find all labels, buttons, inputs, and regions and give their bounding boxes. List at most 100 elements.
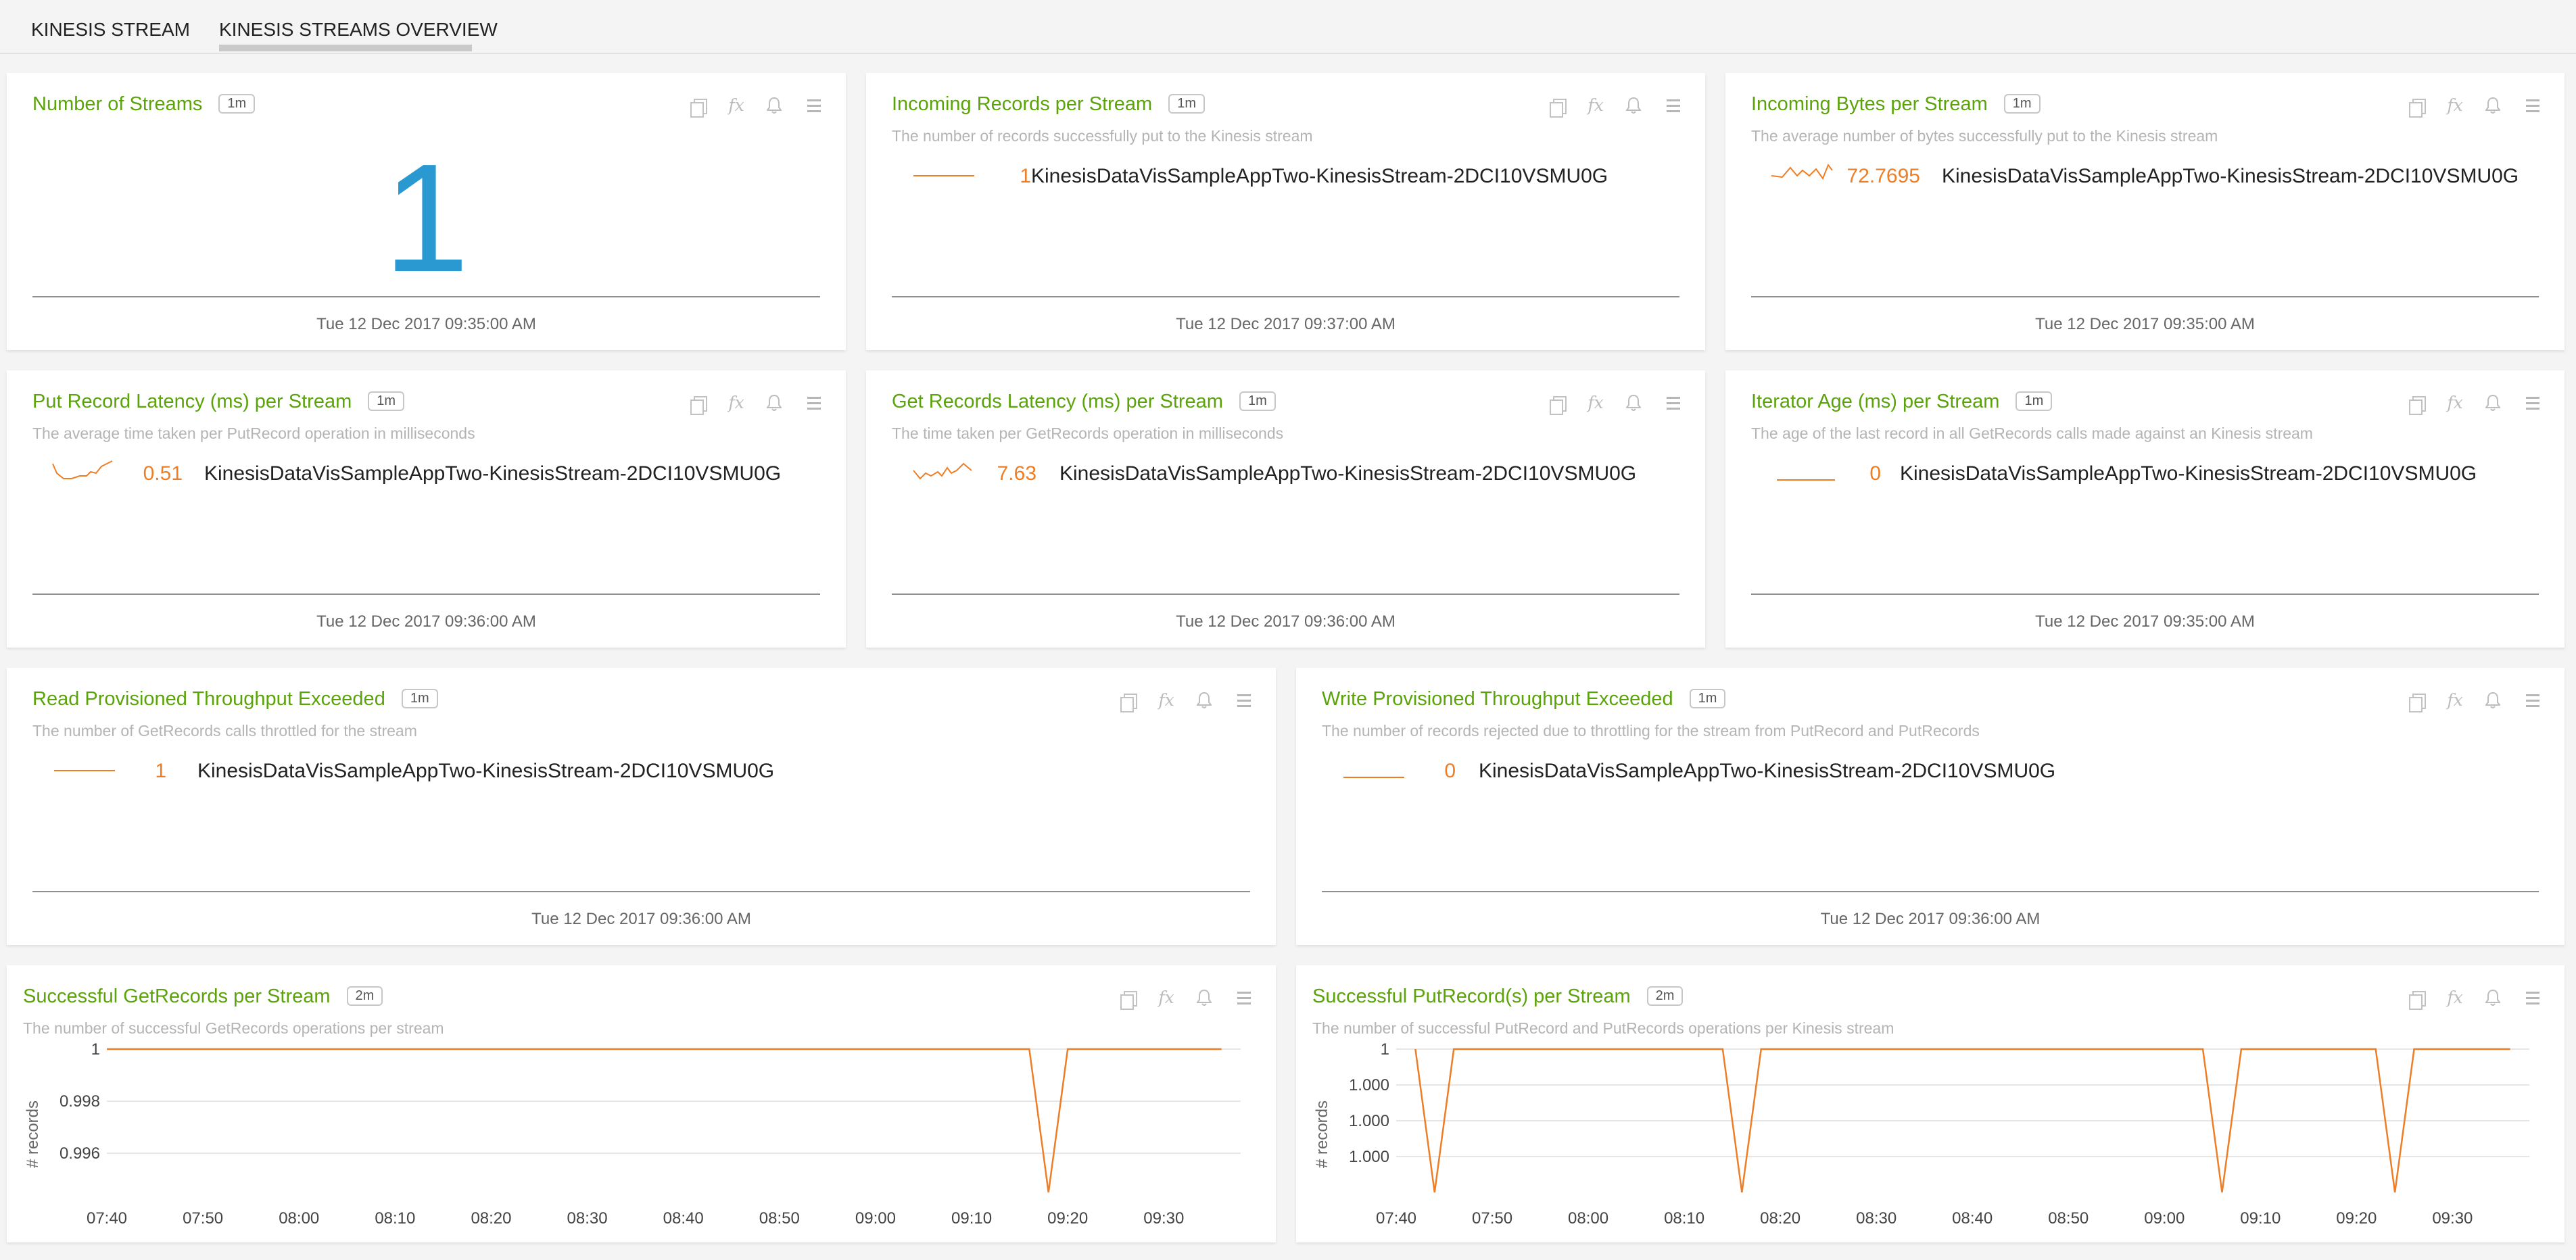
copy-icon[interactable]: [1546, 391, 1570, 415]
legend-value: 0: [1444, 760, 1456, 782]
interval-badge[interactable]: 1m: [2003, 94, 2041, 114]
panel-divider: [1751, 296, 2539, 297]
bell-icon[interactable]: [762, 93, 786, 118]
fx-icon[interactable]: fx: [724, 93, 748, 118]
legend-value: 72.7695: [1846, 165, 1920, 187]
x-tick-label: 07:40: [87, 1209, 127, 1228]
series-line: [107, 1048, 1222, 1193]
y-axis-label: # records: [24, 1100, 42, 1168]
menu-icon[interactable]: [1661, 391, 1685, 415]
panel-divider: [32, 891, 1250, 892]
menu-icon[interactable]: [801, 391, 826, 415]
interval-badge[interactable]: 1m: [1168, 94, 1206, 114]
copy-icon[interactable]: [1546, 93, 1570, 118]
panel-description: The number of records rejected due to th…: [1322, 722, 1980, 740]
x-tick-label: 08:00: [1568, 1209, 1608, 1228]
fx-icon[interactable]: fx: [1583, 93, 1608, 118]
menu-icon[interactable]: [2520, 391, 2544, 415]
menu-icon[interactable]: [2520, 688, 2544, 712]
panel-title-text: Put Record Latency (ms) per Stream: [32, 391, 352, 412]
y-tick-label: 1.000: [1349, 1148, 1389, 1166]
y-tick-label: 0.996: [59, 1144, 100, 1163]
sparkline: [1777, 479, 1835, 481]
legend-stream-name: KinesisDataVisSampleAppTwo-KinesisStream…: [1031, 165, 1608, 187]
copy-icon[interactable]: [1116, 688, 1141, 712]
panel-toolbar: fx: [1116, 688, 1261, 712]
y-tick-label: 1.000: [1349, 1112, 1389, 1130]
x-tick-label: 08:10: [375, 1209, 415, 1228]
menu-icon[interactable]: [2520, 93, 2544, 118]
legend-stream-name: KinesisDataVisSampleAppTwo-KinesisStream…: [204, 462, 782, 485]
fx-icon[interactable]: fx: [2443, 688, 2467, 712]
panel-description: The number of records successfully put t…: [892, 127, 1313, 145]
menu-icon[interactable]: [1661, 93, 1685, 118]
tab-kinesis-streams-overview[interactable]: KINESIS STREAMS OVERVIEW: [219, 19, 498, 41]
fx-icon[interactable]: fx: [2443, 391, 2467, 415]
copy-icon[interactable]: [2405, 688, 2429, 712]
interval-badge[interactable]: 1m: [1689, 689, 1726, 708]
interval-badge[interactable]: 1m: [2016, 391, 2053, 411]
panel-title-text: Incoming Bytes per Stream: [1751, 93, 1988, 115]
bell-icon[interactable]: [2481, 688, 2505, 712]
legend-value: 0: [1869, 462, 1881, 485]
menu-icon[interactable]: [801, 93, 826, 118]
panel-divider: [892, 296, 1679, 297]
tab-bar: KINESIS STREAM KINESIS STREAMS OVERVIEW: [0, 0, 2576, 54]
interval-badge[interactable]: 1m: [218, 94, 256, 114]
panel-get-records-latency: Get Records Latency (ms) per Stream 1m Th…: [866, 370, 1705, 648]
legend-value: 7.63: [997, 462, 1036, 485]
bell-icon[interactable]: [1192, 688, 1216, 712]
legend-value: 1: [155, 760, 166, 782]
x-tick-label: 09:00: [2144, 1209, 2185, 1228]
copy-icon[interactable]: [686, 391, 711, 415]
line-chart-putrecords: # records 1 1.000 1.000 1.000 07:40 07:50 08:00…: [1313, 1040, 2529, 1228]
panel-title: Number of Streams 1m: [32, 93, 256, 116]
y-axis-label: # records: [1313, 1100, 1331, 1168]
copy-icon[interactable]: [2405, 391, 2429, 415]
fx-icon[interactable]: fx: [1154, 688, 1178, 712]
bell-icon[interactable]: [762, 391, 786, 415]
bell-icon[interactable]: [2481, 93, 2505, 118]
tab-kinesis-stream[interactable]: KINESIS STREAM: [31, 19, 190, 41]
x-tick-label: 08:50: [2048, 1209, 2089, 1228]
interval-badge[interactable]: 1m: [1239, 391, 1276, 411]
big-number: 1: [383, 132, 469, 304]
x-tick-label: 09:20: [1047, 1209, 1088, 1228]
copy-icon[interactable]: [2405, 93, 2429, 118]
interval-badge[interactable]: 1m: [401, 689, 438, 708]
panel-iterator-age: Iterator Age (ms) per Stream 1m The age o…: [1725, 370, 2565, 648]
x-tick-label: 07:40: [1376, 1209, 1416, 1228]
panel-toolbar: fx: [686, 391, 831, 415]
panel-description: The number of GetRecords calls throttled…: [32, 722, 417, 740]
panel-divider: [1322, 891, 2539, 892]
x-tick-label: 09:10: [951, 1209, 992, 1228]
y-tick-label: 0.998: [59, 1092, 100, 1111]
interval-badge[interactable]: 1m: [368, 391, 405, 411]
fx-icon[interactable]: fx: [724, 391, 748, 415]
x-tick-label: 08:50: [759, 1209, 800, 1228]
panel-title-text: Number of Streams: [32, 93, 203, 115]
fx-icon[interactable]: fx: [1583, 391, 1608, 415]
panel-toolbar: fx: [1546, 93, 1690, 118]
panel-divider: [1751, 593, 2539, 595]
panel-put-record-latency: Put Record Latency (ms) per Stream 1m The…: [7, 370, 846, 648]
timestamp: Tue 12 Dec 2017 09:37:00 AM: [1176, 315, 1396, 333]
panel-description: The average time taken per PutRecord ope…: [32, 425, 475, 442]
x-tick-label: 08:20: [471, 1209, 511, 1228]
copy-icon[interactable]: [686, 93, 711, 118]
x-tick-label: 09:00: [855, 1209, 896, 1228]
panel-description: The average number of bytes successfully…: [1751, 127, 2218, 145]
timestamp: Tue 12 Dec 2017 09:35:00 AM: [2035, 315, 2255, 333]
fx-icon[interactable]: fx: [2443, 93, 2467, 118]
bell-icon[interactable]: [2481, 391, 2505, 415]
panel-successful-putrecords: Successful PutRecord(s) per Stream 2m The…: [1296, 965, 2565, 1242]
legend-value: 1: [1020, 165, 1031, 187]
x-tick-label: 08:30: [1856, 1209, 1897, 1228]
bell-icon[interactable]: [1621, 93, 1646, 118]
timestamp: Tue 12 Dec 2017 09:36:00 AM: [1820, 910, 2041, 928]
bell-icon[interactable]: [1621, 391, 1646, 415]
sparkline: [54, 770, 115, 771]
x-tick-label: 08:10: [1664, 1209, 1704, 1228]
menu-icon[interactable]: [1231, 688, 1256, 712]
x-tick-label: 08:20: [1760, 1209, 1800, 1228]
